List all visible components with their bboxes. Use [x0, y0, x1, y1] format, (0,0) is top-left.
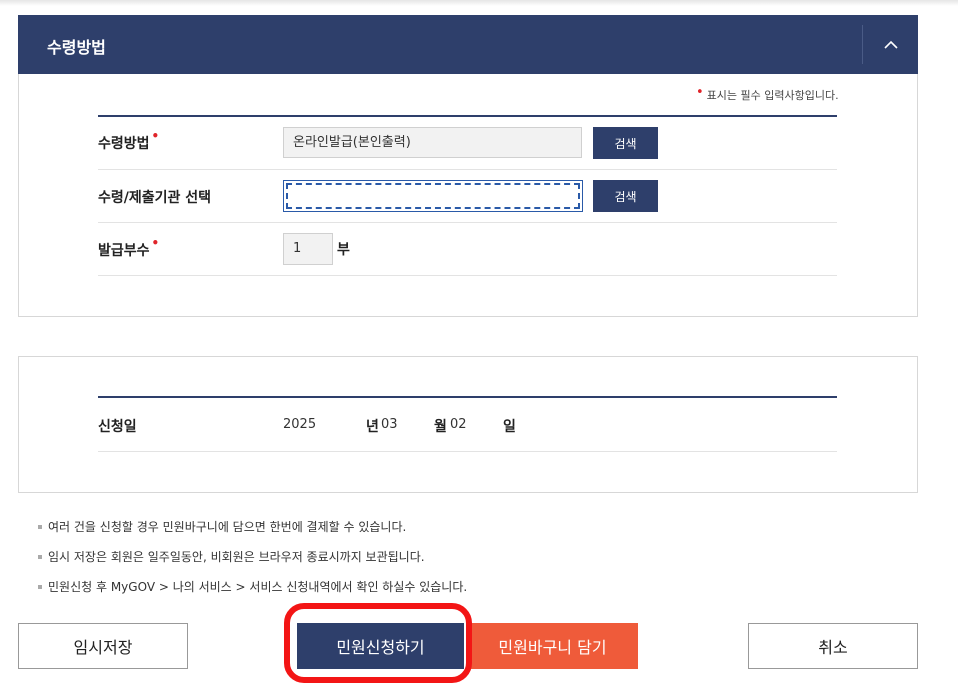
note-text: 민원신청 후 MyGOV > 나의 서비스 > 서비스 신청내역에서 확인 하실…: [48, 580, 468, 594]
date-day-unit: 일: [503, 419, 516, 435]
apply-button[interactable]: 민원신청하기: [297, 623, 464, 669]
org-search-button[interactable]: 검색: [593, 180, 658, 212]
top-shadow: [0, 0, 958, 6]
copies-unit: 부: [337, 242, 350, 258]
copies-label-text: 발급부수: [98, 243, 150, 259]
required-mark: •: [696, 85, 704, 100]
row-divider: [98, 169, 837, 170]
note-item: 여러 건을 신청할 경우 민원바구니에 담으면 한번에 결제할 수 있습니다.: [38, 518, 406, 535]
cancel-button[interactable]: 취소: [748, 623, 918, 669]
date-top-rule: [98, 396, 837, 398]
note-text: 여러 건을 신청할 경우 민원바구니에 담으면 한번에 결제할 수 있습니다.: [48, 520, 407, 534]
application-date-section: [18, 356, 918, 493]
collapse-toggle-button[interactable]: [863, 15, 918, 74]
note-item: 임시 저장은 회원은 일주일동안, 비회원은 브라우저 종료시까지 보관됩니다.: [38, 548, 425, 565]
row-divider: [98, 451, 837, 452]
bullet-icon: [38, 525, 42, 529]
temp-save-button[interactable]: 임시저장: [18, 623, 188, 669]
org-input[interactable]: [283, 180, 583, 212]
bullet-icon: [38, 585, 42, 589]
date-year-unit: 년: [366, 419, 379, 435]
note-text: 임시 저장은 회원은 일주일동안, 비회원은 브라우저 종료시까지 보관됩니다.: [48, 550, 425, 564]
org-label: 수령/제출기관 선택: [98, 190, 212, 206]
required-mark: •: [151, 129, 160, 143]
section-title: 수령방법: [47, 38, 106, 57]
method-label-text: 수령방법: [98, 136, 150, 152]
date-month-unit: 월: [434, 419, 447, 435]
date-day: 02: [450, 417, 467, 432]
chevron-up-icon: [883, 40, 898, 49]
org-input-focus-ring: [286, 183, 580, 209]
date-label: 신청일: [98, 419, 137, 435]
date-year: 2025: [283, 417, 317, 432]
required-mark: •: [151, 236, 160, 250]
bullet-icon: [38, 555, 42, 559]
required-note: • 표시는 필수 입력사항입니다.: [696, 85, 839, 103]
add-to-basket-button[interactable]: 민원바구니 담기: [467, 623, 638, 669]
row-divider: [98, 275, 837, 276]
method-input[interactable]: 온라인발급(본인출력): [283, 127, 582, 158]
receipt-section-header: 수령방법: [18, 15, 918, 74]
row-divider: [98, 222, 837, 223]
copies-label: 발급부수 •: [98, 236, 159, 260]
method-label: 수령방법 •: [98, 129, 159, 153]
copies-input[interactable]: 1: [283, 233, 333, 265]
form-top-rule: [98, 115, 837, 117]
method-search-button[interactable]: 검색: [593, 127, 658, 159]
note-item: 민원신청 후 MyGOV > 나의 서비스 > 서비스 신청내역에서 확인 하실…: [38, 578, 467, 595]
required-note-text: 표시는 필수 입력사항입니다.: [706, 89, 839, 102]
date-month: 03: [381, 417, 398, 432]
